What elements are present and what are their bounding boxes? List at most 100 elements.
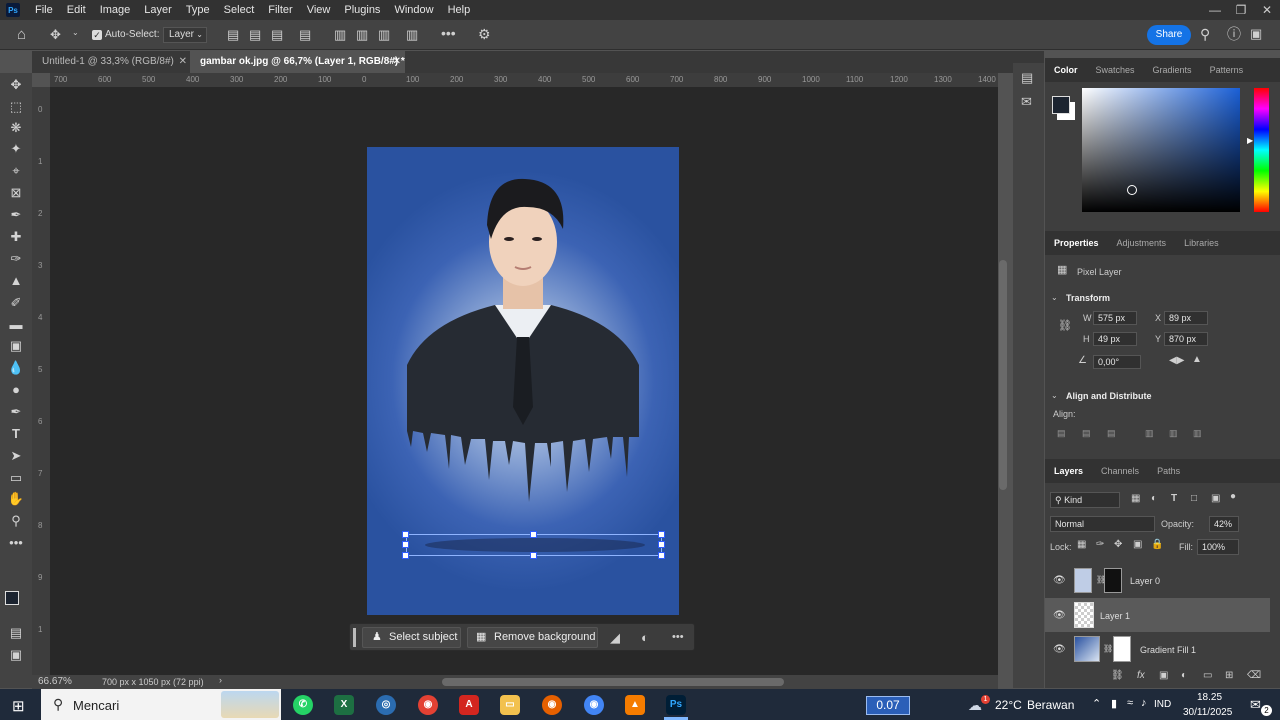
height-field[interactable]: 49 px [1093, 332, 1137, 346]
more-options-icon[interactable]: ••• [672, 632, 684, 643]
more-options-icon[interactable]: ••• [441, 26, 456, 40]
align-top-icon[interactable]: ▥ [334, 28, 346, 41]
remove-background-button[interactable]: ▦ Remove background [467, 627, 598, 648]
fx-icon[interactable]: fx [1137, 671, 1145, 681]
close-tab-icon[interactable]: ✕ [179, 51, 187, 73]
photoshop-taskbar-icon[interactable]: Ps [666, 695, 686, 715]
globe-app-icon[interactable]: ◎ [376, 695, 396, 715]
hand-tool-icon[interactable]: ✋ [0, 491, 32, 507]
search-icon[interactable]: ⚲ [1200, 27, 1210, 41]
layer-row-layer-1[interactable]: 👁 Layer 1 [1045, 598, 1270, 632]
minimize-icon[interactable]: — [1202, 3, 1228, 17]
flip-horizontal-icon[interactable]: ◀▶ [1169, 356, 1184, 366]
width-field[interactable]: 575 px [1093, 311, 1137, 325]
auto-select-checkbox[interactable]: ✓ [92, 30, 102, 40]
weather-temp[interactable]: 22°C [995, 698, 1022, 712]
path-selection-icon[interactable]: ➤ [0, 448, 32, 464]
eraser-tool-icon[interactable]: ▬ [0, 317, 32, 332]
new-adjustment-icon[interactable]: ◐ [1181, 671, 1187, 681]
magic-wand-icon[interactable]: ✦ [0, 141, 32, 157]
rectangle-tool-icon[interactable]: ▭ [0, 470, 32, 486]
align-center-icon[interactable]: ▤ [249, 28, 261, 41]
menu-layer[interactable]: Layer [137, 0, 179, 20]
filter-pixel-icon[interactable]: ▦ [1131, 494, 1140, 504]
language-indicator[interactable]: IND [1154, 699, 1171, 710]
volume-icon[interactable]: ♪ [1141, 697, 1147, 709]
filter-smart-object-icon[interactable]: ▣ [1211, 494, 1220, 504]
weather-desc[interactable]: Berawan [1027, 698, 1074, 712]
healing-brush-icon[interactable]: ✚ [0, 229, 32, 245]
align-right-icon[interactable]: ▤ [271, 28, 283, 41]
new-layer-icon[interactable]: ⊞ [1225, 671, 1233, 681]
tab-channels[interactable]: Channels [1092, 459, 1148, 483]
history-brush-icon[interactable]: ✐ [0, 295, 32, 311]
align-right-icon[interactable]: ▤ [1107, 429, 1116, 438]
transform-handle[interactable] [658, 531, 665, 538]
align-left-icon[interactable]: ▤ [227, 28, 239, 41]
clock-time[interactable]: 18.25 [1197, 692, 1222, 703]
chevron-down-icon[interactable]: ⌄ [1051, 293, 1058, 302]
link-layers-icon[interactable]: ⛓ [1111, 671, 1124, 681]
menu-select[interactable]: Select [217, 0, 262, 20]
align-bottom-icon[interactable]: ▥ [378, 28, 390, 41]
hue-slider-marker-icon[interactable]: ▶ [1247, 136, 1253, 145]
trash-icon[interactable]: ⌫ [1247, 671, 1261, 681]
history-icon[interactable]: ▤ [1021, 71, 1033, 84]
menu-edit[interactable]: Edit [60, 0, 93, 20]
distribute-icon[interactable]: ▤ [299, 28, 311, 41]
wifi-icon[interactable]: ≈ [1127, 697, 1133, 709]
marquee-tool-icon[interactable]: ⬚ [0, 99, 32, 115]
hue-slider[interactable] [1254, 88, 1269, 212]
firefox-icon[interactable]: ◉ [542, 695, 562, 715]
lasso-tool-icon[interactable]: ❋ [0, 120, 32, 136]
comments-icon[interactable]: ✉ [1021, 95, 1032, 108]
align-middle-icon[interactable]: ▥ [356, 28, 368, 41]
lock-pixels-icon[interactable]: ✑ [1096, 540, 1104, 550]
menu-plugins[interactable]: Plugins [337, 0, 387, 20]
notification-icon[interactable]: ✉ [1250, 697, 1261, 713]
filter-shape-icon[interactable]: □ [1191, 494, 1197, 504]
horizontal-scrollbar[interactable] [442, 678, 784, 686]
foreground-color-swatch[interactable] [5, 591, 19, 605]
help-icon[interactable]: ⓘ [1227, 27, 1241, 41]
move-tool-icon[interactable]: ✥ [50, 28, 61, 41]
transform-icon[interactable]: ◢ [610, 631, 620, 644]
transform-handle[interactable] [402, 541, 409, 548]
vertical-scrollbar[interactable] [999, 260, 1007, 490]
home-icon[interactable]: ⌂ [17, 27, 26, 42]
filter-toggle-icon[interactable]: ● [1230, 492, 1236, 502]
close-tab-icon[interactable]: ✕ [393, 51, 401, 73]
tab-untitled-1[interactable]: Untitled-1 @ 33,3% (RGB/8#) ✕ [32, 51, 187, 73]
tab-libraries[interactable]: Libraries [1175, 231, 1228, 255]
zoom-tool-icon[interactable]: ⚲ [0, 513, 32, 529]
tab-gambar-ok[interactable]: gambar ok.jpg @ 66,7% (Layer 1, RGB/8#) … [190, 51, 405, 73]
quick-mask-icon[interactable]: ▤ [0, 625, 32, 641]
y-field[interactable]: 870 px [1164, 332, 1208, 346]
clone-stamp-icon[interactable]: ▲ [0, 273, 32, 288]
transform-handle[interactable] [402, 531, 409, 538]
transform-handle[interactable] [658, 541, 665, 548]
distribute-vertical-icon[interactable]: ▥ [406, 28, 418, 41]
filter-type-icon[interactable]: T [1171, 494, 1177, 504]
filter-adjustment-icon[interactable]: ◐ [1151, 494, 1157, 504]
align-center-icon[interactable]: ▤ [1082, 429, 1091, 438]
vlc-icon[interactable]: ▲ [625, 695, 645, 715]
clock-date[interactable]: 30/11/2025 [1183, 707, 1232, 718]
transform-handle[interactable] [530, 552, 537, 559]
chevron-down-icon[interactable]: ⌄ [72, 29, 79, 37]
layer-dropdown[interactable]: Layer ⌄ [163, 27, 207, 43]
layer-row-gradient-fill-1[interactable]: 👁 ⛓ Gradient Fill 1 [1045, 632, 1270, 666]
eyedropper-icon[interactable]: ✒ [0, 207, 32, 223]
menu-help[interactable]: Help [441, 0, 478, 20]
menu-window[interactable]: Window [387, 0, 440, 20]
brush-tool-icon[interactable]: ✑ [0, 251, 32, 267]
more-tools-icon[interactable]: ••• [0, 535, 32, 550]
tab-patterns[interactable]: Patterns [1201, 58, 1253, 82]
opacity-field[interactable]: 42% [1209, 516, 1239, 532]
align-left-icon[interactable]: ▤ [1057, 429, 1066, 438]
align-top-icon[interactable]: ▥ [1145, 429, 1154, 438]
restore-icon[interactable]: ❐ [1228, 3, 1254, 17]
type-tool-icon[interactable]: T [0, 426, 32, 441]
workspace-icon[interactable]: ▣ [1250, 27, 1262, 40]
color-picker-field[interactable] [1082, 88, 1240, 212]
